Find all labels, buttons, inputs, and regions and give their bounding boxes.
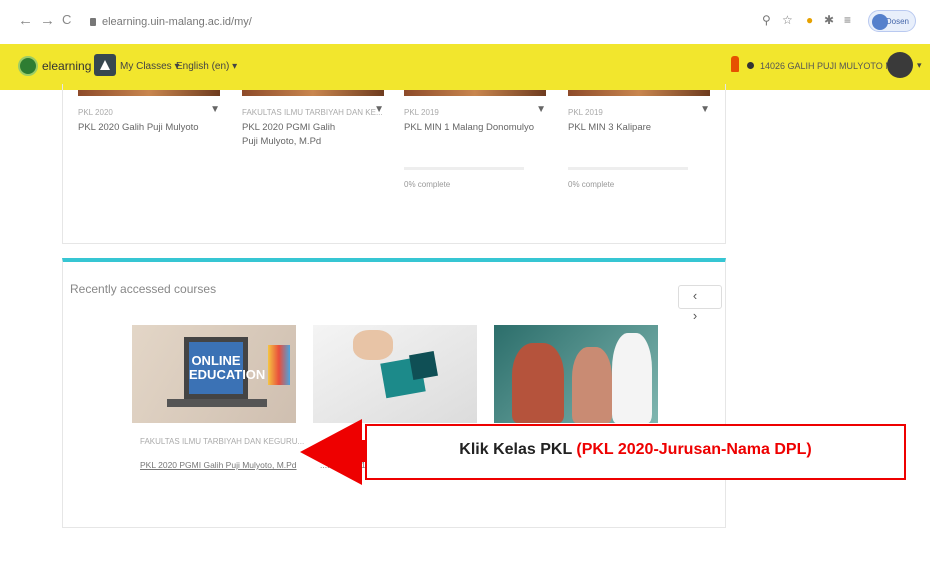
course-thumbnail[interactable] bbox=[494, 325, 658, 423]
instruction-highlight: (PKL 2020-Jurusan-Nama DPL) bbox=[576, 441, 812, 458]
profile-button[interactable]: Dosen bbox=[868, 10, 916, 32]
course-image bbox=[568, 90, 710, 96]
star-icon[interactable]: ☆ bbox=[782, 13, 793, 27]
course-category: FAKULTAS ILMU TARBIYAH DAN KE... bbox=[242, 108, 383, 117]
drawer-toggle-button[interactable] bbox=[94, 54, 116, 76]
my-classes-menu[interactable]: My Classes ▾ bbox=[120, 61, 179, 72]
puzzle-icon[interactable]: ✱ bbox=[824, 13, 834, 27]
course-menu-icon[interactable]: ▼ bbox=[536, 104, 546, 115]
notification-icon[interactable] bbox=[731, 56, 739, 72]
thumbnail-text: ONLINE EDUCATION bbox=[189, 353, 266, 382]
course-card[interactable]: PKL 2020 ▼ PKL 2020 Galih Puji Mulyoto bbox=[78, 90, 220, 195]
forward-button[interactable]: → bbox=[40, 12, 55, 29]
address-bar[interactable]: elearning.uin-malang.ac.id/my/ bbox=[90, 12, 740, 32]
course-category: PKL 2019 bbox=[404, 108, 439, 117]
course-menu-icon[interactable]: ▼ bbox=[374, 104, 384, 115]
course-thumbnail[interactable]: ONLINE EDUCATION bbox=[132, 325, 296, 423]
progress-bar bbox=[404, 167, 524, 170]
logo-icon[interactable] bbox=[18, 56, 38, 76]
avatar[interactable] bbox=[887, 52, 913, 78]
progress-bar bbox=[568, 167, 688, 170]
course-card[interactable]: PKL 2019 ▼ PKL MIN 1 Malang Donomulyo 0%… bbox=[404, 90, 546, 195]
course-image bbox=[242, 90, 384, 96]
chevron-down-icon[interactable]: ▾ bbox=[917, 60, 922, 71]
course-title[interactable]: PKL MIN 3 Kalipare bbox=[568, 121, 651, 135]
course-menu-icon[interactable]: ▼ bbox=[210, 104, 220, 115]
course-title[interactable]: PKL MIN 1 Malang Donomulyo bbox=[404, 121, 534, 135]
laptop-screen: ONLINE EDUCATION bbox=[184, 337, 266, 399]
hand-image bbox=[353, 330, 393, 360]
instruction-text: Klik Kelas PKL (PKL 2020-Jurusan-Nama DP… bbox=[365, 441, 906, 459]
profile-avatar bbox=[872, 14, 888, 30]
course-category: FAKULTAS ILMU TARBIYAH DAN KEGURU... bbox=[140, 437, 305, 446]
course-title[interactable]: PKL 2020 PGMI Galih Puji Mulyoto, M.Pd bbox=[242, 121, 342, 149]
person-image bbox=[512, 343, 564, 423]
course-menu-icon[interactable]: ▼ bbox=[700, 104, 710, 115]
course-card[interactable]: FAKULTAS ILMU TARBIYAH DAN KE... ▼ PKL 2… bbox=[242, 90, 384, 195]
course-title[interactable]: PKL 2020 Galih Puji Mulyoto bbox=[78, 121, 199, 135]
back-button[interactable]: ← bbox=[18, 12, 33, 29]
instruction-prefix: Klik Kelas PKL bbox=[459, 441, 577, 458]
carousel-nav[interactable]: ‹ › bbox=[678, 285, 722, 323]
progress-text: 0% complete bbox=[404, 180, 451, 189]
pencils-image bbox=[268, 345, 290, 385]
lock-icon bbox=[90, 18, 96, 27]
course-link[interactable]: PKL 2020 PGMI Galih Puji Mulyoto, M.Pd bbox=[140, 460, 297, 470]
zoom-icon[interactable]: ⚲ bbox=[762, 13, 771, 27]
recent-courses-title: Recently accessed courses bbox=[70, 282, 217, 296]
user-name[interactable]: 14026 GALIH PUJI MULYOTO M.Pd bbox=[760, 61, 906, 71]
extension-icon[interactable]: ● bbox=[806, 13, 813, 27]
course-category: PKL 2020 bbox=[78, 108, 113, 117]
course-category: PKL 2019 bbox=[568, 108, 603, 117]
arrow-icon bbox=[300, 419, 362, 485]
progress-text: 0% complete bbox=[568, 180, 615, 189]
site-name[interactable]: elearning bbox=[42, 59, 91, 73]
course-image bbox=[78, 90, 220, 96]
reload-button[interactable]: C bbox=[62, 12, 71, 27]
message-icon[interactable] bbox=[747, 62, 754, 69]
tile-image bbox=[409, 351, 438, 380]
course-card[interactable]: PKL 2019 ▼ PKL MIN 3 Kalipare 0% complet… bbox=[568, 90, 710, 195]
person-image bbox=[572, 347, 612, 423]
person-image bbox=[612, 333, 652, 423]
laptop-base bbox=[167, 399, 267, 407]
language-menu[interactable]: English (en) ▾ bbox=[176, 61, 237, 72]
course-thumbnail[interactable] bbox=[313, 325, 477, 423]
course-image bbox=[404, 90, 546, 96]
extension-icon-2[interactable]: ≡ bbox=[844, 13, 851, 27]
profile-label: Dosen bbox=[885, 17, 909, 26]
url-text: elearning.uin-malang.ac.id/my/ bbox=[102, 16, 252, 28]
